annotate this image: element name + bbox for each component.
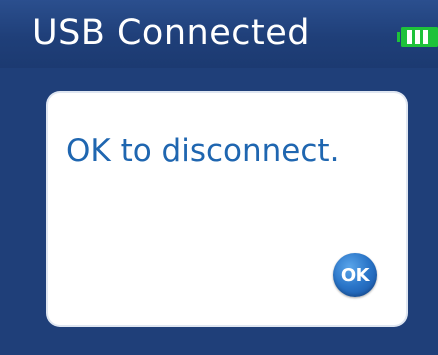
title-bar: USB Connected <box>0 0 438 68</box>
disconnect-dialog: OK to disconnect. OK <box>48 93 406 325</box>
ok-button[interactable]: OK <box>333 253 377 297</box>
disconnect-message: OK to disconnect. <box>66 133 340 169</box>
device-screen: USB Connected OK to disconnect. OK <box>0 0 438 355</box>
screen-title: USB Connected <box>32 13 310 53</box>
battery-full-icon <box>397 27 438 47</box>
